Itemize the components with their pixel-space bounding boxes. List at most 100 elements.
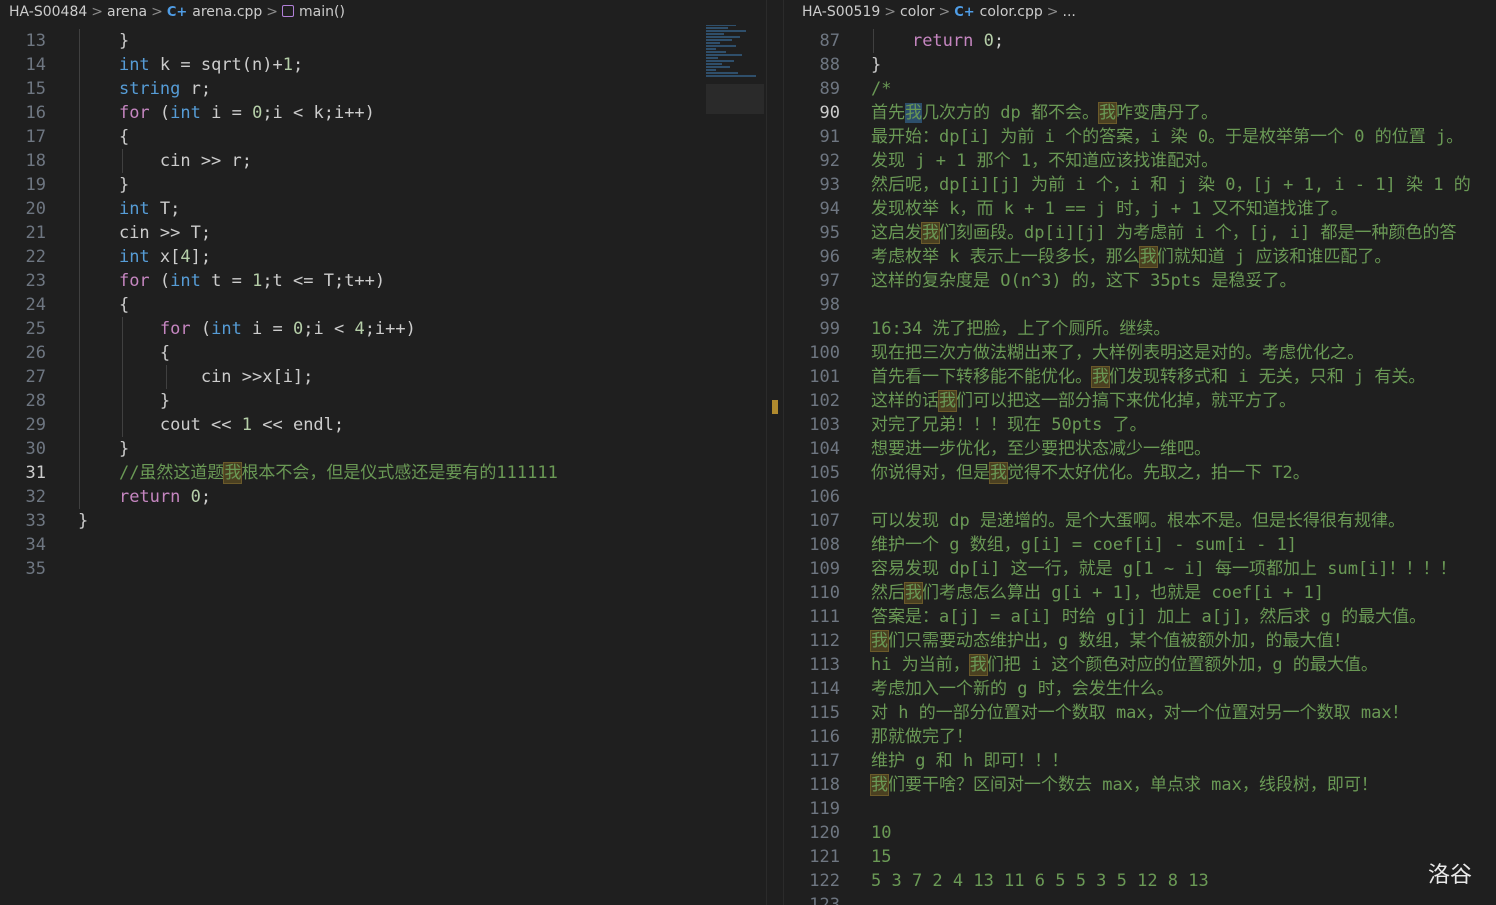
breadcrumb-folder[interactable]: HA-S00484: [9, 4, 87, 20]
code-line[interactable]: 32 return 0;: [0, 485, 766, 509]
code-text[interactable]: 想要进一步优化，至少要把状态减少一维吧。: [871, 437, 1211, 461]
code-line[interactable]: 31 //虽然这道题我根本不会，但是仪式感还是要有的111111: [0, 461, 766, 485]
code-line[interactable]: 109 容易发现 dp[i] 这一行，就是 g[1 ~ i] 每一项都加上 sum…: [784, 557, 1496, 581]
code-text[interactable]: }: [78, 509, 88, 533]
code-line[interactable]: 93 然后呢，dp[i][j] 为前 i 个，i 和 j 染 0，[j + 1, …: [784, 173, 1496, 197]
code-line[interactable]: 118 我们要干啥？区间对一个数去 max，单点求 max，线段树，即可！: [784, 773, 1496, 797]
code-text[interactable]: }: [871, 53, 881, 77]
code-text[interactable]: for (int t = 1;t <= T;t++): [78, 269, 385, 293]
code-line[interactable]: 111 答案是：a[j] = a[i] 时给 g[j] 加上 a[j]，然后求 g…: [784, 605, 1496, 629]
code-line[interactable]: 92 发现 j + 1 那个 1，不知道应该找谁配对。: [784, 149, 1496, 173]
code-text[interactable]: 我们只需要动态维护出，g 数组，某个值被额外加，的最大值！: [870, 629, 1350, 653]
code-text[interactable]: 考虑枚举 k 表示上一段多长，那么我们就知道 j 应该和谁匹配了。: [871, 245, 1391, 269]
code-text[interactable]: 这样的复杂度是 O(n^3) 的，这下 35pts 是稳妥了。: [871, 269, 1297, 293]
code-line[interactable]: 87 return 0;: [784, 29, 1496, 53]
code-line[interactable]: 34: [0, 533, 766, 557]
code-line[interactable]: 95 这启发我们刻画段。dp[i][j] 为考虑前 i 个，[j, i] 都是一种…: [784, 221, 1496, 245]
code-text[interactable]: }: [78, 437, 129, 461]
code-line[interactable]: 89 /*: [784, 77, 1496, 101]
code-text[interactable]: cin >> T;: [78, 221, 211, 245]
code-text[interactable]: {: [78, 293, 129, 317]
code-text[interactable]: 对完了兄弟！！！现在 50pts 了。: [871, 413, 1147, 437]
code-line[interactable]: 35: [0, 557, 766, 581]
code-text[interactable]: 首先我几次方的 dp 都不会。我咋变唐丹了。: [871, 101, 1218, 125]
code-line[interactable]: 22 int x[4];: [0, 245, 766, 269]
code-line[interactable]: 98: [784, 293, 1496, 317]
code-line[interactable]: 119: [784, 797, 1496, 821]
code-text[interactable]: 然后呢，dp[i][j] 为前 i 个，i 和 j 染 0，[j + 1, i …: [871, 173, 1471, 197]
code-line[interactable]: 16 for (int i = 0;i < k;i++): [0, 101, 766, 125]
breadcrumb-file[interactable]: arena.cpp: [192, 4, 262, 20]
code-line[interactable]: 15 string r;: [0, 77, 766, 101]
breadcrumb-symbol[interactable]: main(): [299, 4, 345, 20]
code-line[interactable]: 110 然后我们考虑怎么算出 g[i + 1]，也就是 coef[i + 1]: [784, 581, 1496, 605]
code-text[interactable]: 考虑加入一个新的 g 时，会发生什么。: [871, 677, 1174, 701]
code-line[interactable]: 88}: [784, 53, 1496, 77]
code-line[interactable]: 19 }: [0, 173, 766, 197]
code-text[interactable]: int k = sqrt(n)+1;: [78, 53, 303, 77]
code-line[interactable]: 33}: [0, 509, 766, 533]
code-text[interactable]: int x[4];: [78, 245, 211, 269]
code-text[interactable]: 然后我们考虑怎么算出 g[i + 1]，也就是 coef[i + 1]: [871, 581, 1324, 605]
code-text[interactable]: /*: [871, 77, 891, 101]
code-line[interactable]: 90 首先我几次方的 dp 都不会。我咋变唐丹了。: [784, 101, 1496, 125]
code-line[interactable]: 108 维护一个 g 数组，g[i] = coef[i] - sum[i - 1]: [784, 533, 1496, 557]
code-line[interactable]: 91 最开始：dp[i] 为前 i 个的答案，i 染 0。于是枚举第一个 0 的位…: [784, 125, 1496, 149]
code-text[interactable]: 发现 j + 1 那个 1，不知道应该找谁配对。: [871, 149, 1218, 173]
breadcrumb-file[interactable]: color.cpp: [980, 4, 1043, 20]
overview-ruler-marker[interactable]: [772, 400, 778, 414]
breadcrumb-more[interactable]: ...: [1063, 4, 1076, 20]
code-line[interactable]: 94 发现枚举 k，而 k + 1 == j 时，j + 1 又不知道找谁了。: [784, 197, 1496, 221]
code-line[interactable]: 17 {: [0, 125, 766, 149]
code-text[interactable]: for (int i = 0;i < k;i++): [78, 101, 375, 125]
code-line[interactable]: 106: [784, 485, 1496, 509]
code-text[interactable]: }: [78, 389, 170, 413]
code-text[interactable]: 那就做完了！: [871, 725, 973, 749]
code-line[interactable]: 21 cin >> T;: [0, 221, 766, 245]
minimap-viewport[interactable]: [706, 84, 764, 114]
code-line[interactable]: 104 想要进一步优化，至少要把状态减少一维吧。: [784, 437, 1496, 461]
code-line[interactable]: 117 维护 g 和 h 即可！！！: [784, 749, 1496, 773]
right-code-editor[interactable]: 87 return 0; 88} 89/* 90 首先我几次方的 dp 都不会。我咋变唐…: [784, 29, 1496, 905]
code-line[interactable]: 28 }: [0, 389, 766, 413]
code-text[interactable]: string r;: [78, 77, 211, 101]
code-line[interactable]: 101 首先看一下转移能不能优化。我们发现转移式和 i 无关，只和 j 有关。: [784, 365, 1496, 389]
code-line[interactable]: 114 考虑加入一个新的 g 时，会发生什么。: [784, 677, 1496, 701]
code-line[interactable]: 99 16:34 洗了把脸，上了个厕所。继续。: [784, 317, 1496, 341]
code-text[interactable]: 首先看一下转移能不能优化。我们发现转移式和 i 无关，只和 j 有关。: [871, 365, 1425, 389]
code-text[interactable]: 现在把三次方做法糊出来了，大样例表明这是对的。考虑优化之。: [871, 341, 1364, 365]
code-line[interactable]: 100 现在把三次方做法糊出来了，大样例表明这是对的。考虑优化之。: [784, 341, 1496, 365]
code-text[interactable]: hi 为当前，我们把 i 这个颜色对应的位置额外加，g 的最大值。: [871, 653, 1378, 677]
breadcrumb-folder[interactable]: HA-S00519: [802, 4, 880, 20]
code-line[interactable]: 116 那就做完了！: [784, 725, 1496, 749]
code-text[interactable]: 发现枚举 k，而 k + 1 == j 时，j + 1 又不知道找谁了。: [871, 197, 1348, 221]
code-text[interactable]: return 0;: [78, 485, 211, 509]
code-line[interactable]: 20 int T;: [0, 197, 766, 221]
code-text[interactable]: cin >>x[i];: [78, 365, 314, 389]
code-line[interactable]: 13 }: [0, 29, 766, 53]
code-text[interactable]: 可以发现 dp 是递增的。是个大蛋啊。根本不是。但是长得很有规律。: [871, 509, 1405, 533]
code-line[interactable]: 27 cin >>x[i];: [0, 365, 766, 389]
code-line[interactable]: 121 15: [784, 845, 1496, 869]
code-line[interactable]: 29 cout << 1 << endl;: [0, 413, 766, 437]
code-text[interactable]: 这样的话我们可以把这一部分搞下来优化掉，就平方了。: [871, 389, 1296, 413]
code-line[interactable]: 26 {: [0, 341, 766, 365]
code-text[interactable]: //虽然这道题我根本不会，但是仪式感还是要有的111111: [78, 461, 558, 485]
code-text[interactable]: }: [78, 29, 129, 53]
minimap[interactable]: [706, 24, 764, 114]
code-text[interactable]: {: [78, 125, 129, 149]
code-line[interactable]: 25 for (int i = 0;i < 4;i++): [0, 317, 766, 341]
code-line[interactable]: 102 这样的话我们可以把这一部分搞下来优化掉，就平方了。: [784, 389, 1496, 413]
code-text[interactable]: 对 h 的一部分位置对一个数取 max，对一个位置对另一个数取 max！: [871, 701, 1409, 725]
code-text[interactable]: 维护 g 和 h 即可！！！: [871, 749, 1068, 773]
code-text[interactable]: 最开始：dp[i] 为前 i 个的答案，i 染 0。于是枚举第一个 0 的位置 …: [871, 125, 1463, 149]
breadcrumb-folder[interactable]: color: [900, 4, 934, 20]
code-text[interactable]: 容易发现 dp[i] 这一行，就是 g[1 ~ i] 每一项都加上 sum[i]…: [871, 557, 1457, 581]
code-line[interactable]: 97 这样的复杂度是 O(n^3) 的，这下 35pts 是稳妥了。: [784, 269, 1496, 293]
left-code-editor[interactable]: 13 } 14 int k = sqrt(n)+1; 15 string r; 16 …: [0, 29, 766, 905]
code-text[interactable]: 10: [871, 821, 891, 845]
code-line[interactable]: 115 对 h 的一部分位置对一个数取 max，对一个位置对另一个数取 max！: [784, 701, 1496, 725]
code-line[interactable]: 122 5 3 7 2 4 13 11 6 5 5 3 5 12 8 13: [784, 869, 1496, 893]
code-text[interactable]: return 0;: [871, 29, 1004, 53]
code-line[interactable]: 103 对完了兄弟！！！现在 50pts 了。: [784, 413, 1496, 437]
